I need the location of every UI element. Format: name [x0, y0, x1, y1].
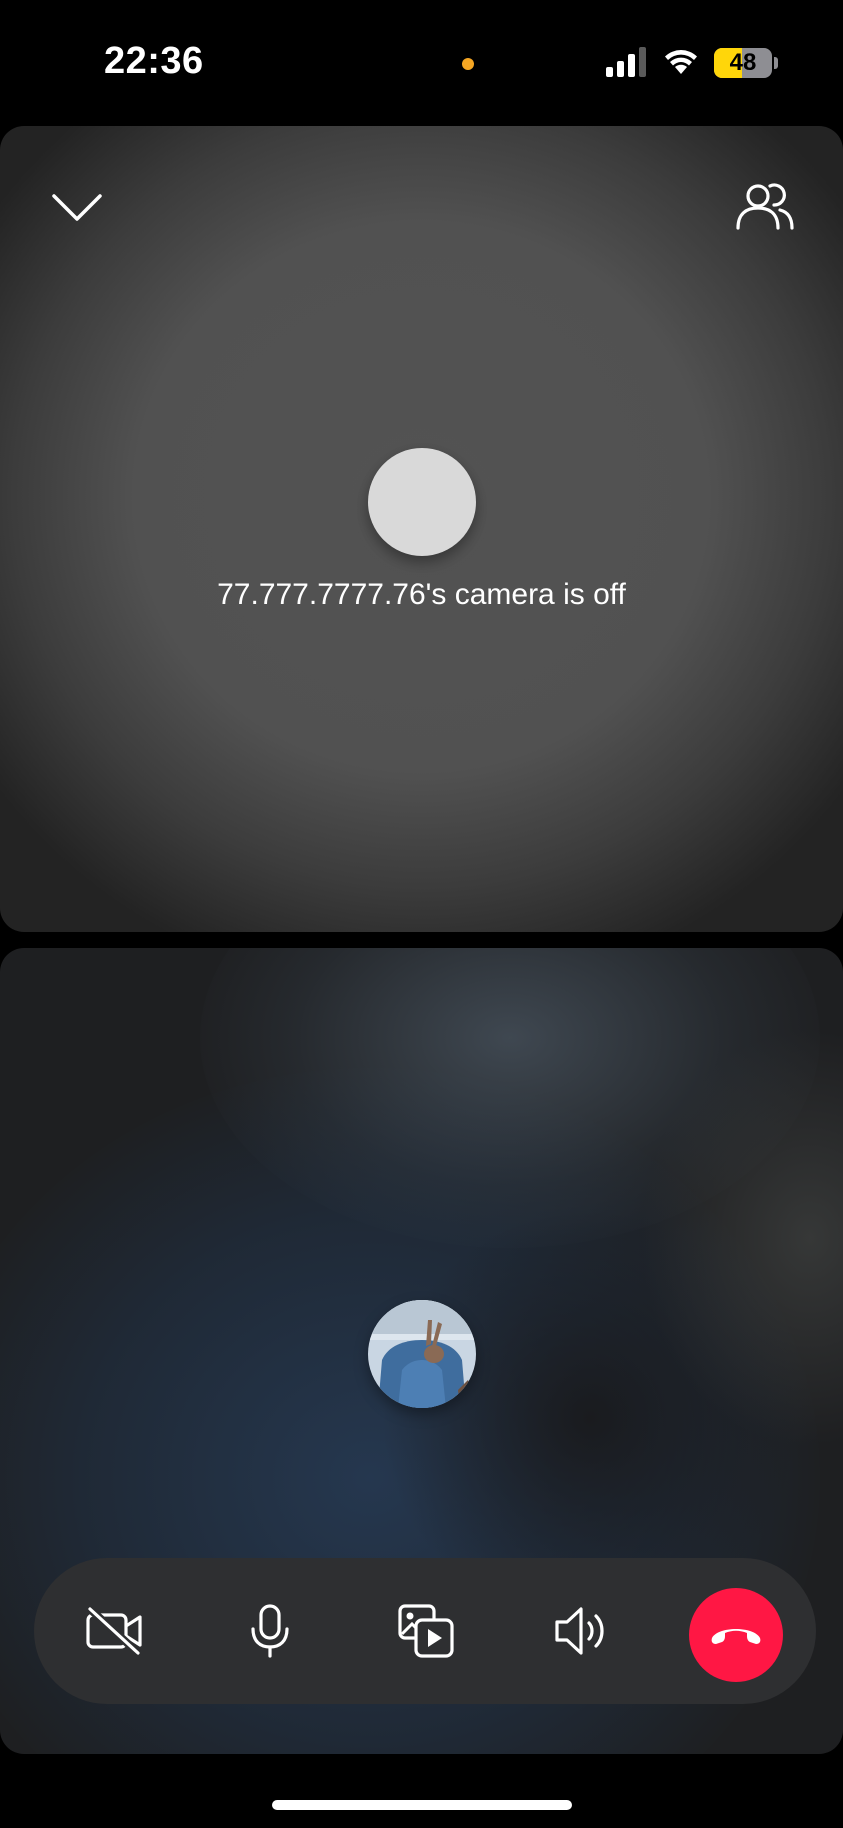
speaker-toggle-button[interactable]	[539, 1588, 625, 1674]
battery-level-text: 48	[729, 49, 757, 76]
status-bar: 22:36 48	[0, 0, 843, 120]
end-call-button[interactable]	[689, 1588, 783, 1682]
speaker-icon	[555, 1607, 604, 1655]
chevron-down-icon[interactable]	[44, 182, 110, 232]
battery-icon: 48	[714, 48, 772, 78]
media-share-icon	[398, 1604, 454, 1658]
recording-indicator-dot	[462, 58, 474, 70]
local-user-avatar	[368, 1300, 476, 1408]
remote-avatar	[368, 448, 476, 556]
share-media-button[interactable]	[383, 1588, 469, 1674]
video-off-icon	[86, 1606, 142, 1656]
user-photo-avatar	[368, 1300, 476, 1408]
wifi-icon	[665, 50, 697, 74]
home-indicator[interactable]	[272, 1800, 572, 1810]
microphone-icon	[251, 1604, 289, 1658]
status-time: 22:36	[104, 40, 204, 82]
battery-nub	[774, 57, 778, 69]
cellular-signal-icon	[606, 47, 646, 77]
camera-toggle-button[interactable]	[72, 1588, 158, 1674]
camera-off-message: 77.777.7777.76's camera is off	[217, 578, 626, 611]
phone-hangup-icon	[711, 1629, 761, 1644]
remote-video-tile[interactable]: 77.777.7777.76's camera is off	[0, 126, 843, 932]
call-control-bar	[34, 1558, 816, 1704]
microphone-toggle-button[interactable]	[227, 1588, 313, 1674]
participants-icon[interactable]	[730, 176, 800, 236]
